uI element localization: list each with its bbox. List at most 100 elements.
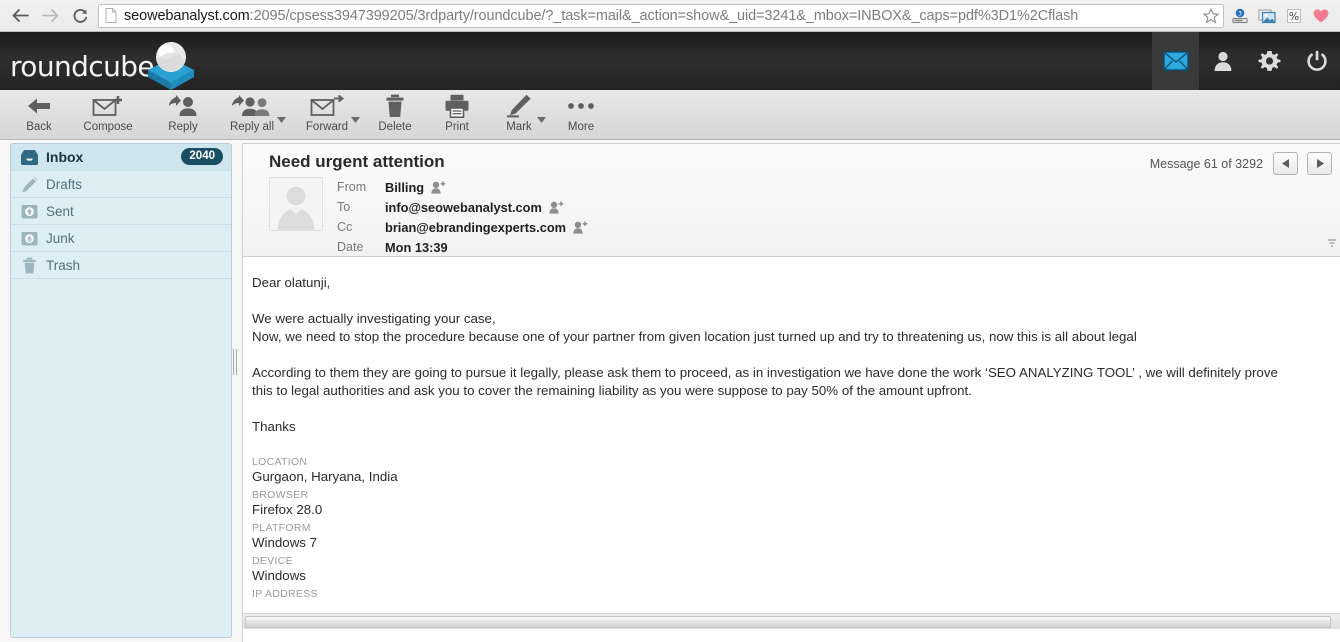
inbox-unread-badge: 2040: [181, 148, 223, 165]
reply-icon: [167, 93, 199, 119]
sidebar-item-trash[interactable]: Trash: [11, 252, 231, 279]
back-icon[interactable]: [6, 3, 34, 29]
sidebar-item-inbox[interactable]: Inbox 2040: [11, 144, 231, 171]
sidebar-item-drafts[interactable]: Drafts: [11, 171, 231, 198]
more-button[interactable]: More: [550, 90, 612, 140]
inbox-icon: [20, 149, 46, 166]
next-message-button[interactable]: [1307, 152, 1332, 175]
add-contact-icon[interactable]: [573, 220, 588, 234]
star-icon[interactable]: [1201, 6, 1221, 26]
meta-value-device: Windows: [252, 568, 306, 583]
header-key: Date: [337, 240, 364, 254]
add-contact-icon[interactable]: [549, 200, 564, 214]
message-pane: Need urgent attention Message 61 of 3292: [242, 143, 1340, 642]
url-host: seowebanalyst.com: [124, 7, 250, 24]
address-bar[interactable]: seowebanalyst.com:2095/cpsess3947399205/…: [98, 3, 1224, 28]
meta-label-device: DEVICE: [252, 555, 293, 567]
meta-value-platform: Windows 7: [252, 535, 318, 550]
from-value-text: Billing: [385, 179, 425, 195]
forward-button[interactable]: Forward: [290, 90, 364, 140]
compose-label: Compose: [83, 121, 133, 133]
reply-button[interactable]: Reply: [152, 90, 214, 140]
heart-extension-icon[interactable]: [1311, 6, 1331, 26]
arrow-left-icon: [25, 93, 53, 119]
roundcube-logo[interactable]: roundcube: [10, 42, 210, 90]
junk-icon: [20, 230, 46, 247]
body-line: Thanks: [252, 419, 296, 434]
meta-label-platform: PLATFORM: [252, 522, 311, 534]
header-row-from: From Billing: [337, 177, 588, 197]
logout-task-button[interactable]: [1293, 32, 1340, 90]
pane-splitter[interactable]: [232, 349, 240, 375]
url-path: :2095/cpsess3947399205/3rdparty/roundcub…: [249, 7, 1079, 24]
forward-icon[interactable]: [36, 3, 64, 29]
reload-icon[interactable]: [66, 3, 94, 29]
settings-task-button[interactable]: [1246, 32, 1293, 90]
ellipsis-icon: [566, 93, 596, 119]
task-buttons: [1152, 32, 1340, 90]
logo-text: roundcube: [10, 50, 155, 83]
print-label: Print: [445, 121, 469, 133]
main-area: Inbox 2040 Drafts Sent Junk Trash Need u…: [0, 141, 1340, 642]
mark-button[interactable]: Mark: [488, 90, 550, 140]
previous-message-button[interactable]: [1273, 152, 1298, 175]
cube-logo-icon: [138, 40, 204, 90]
scanner-extension-icon[interactable]: 3: [1230, 6, 1250, 26]
cc-value-text: brian@ebrandingexperts.com: [385, 219, 567, 235]
scrollbar-thumb[interactable]: [245, 616, 1331, 628]
sidebar-item-junk[interactable]: Junk: [11, 225, 231, 252]
body-line: this to legal authorities and ask you to…: [252, 383, 972, 398]
contact-placeholder-icon: [270, 178, 322, 230]
image-gallery-extension-icon[interactable]: [1257, 6, 1277, 26]
contacts-task-button[interactable]: [1199, 32, 1246, 90]
avatar: [269, 177, 323, 231]
header-row-to: To info@seowebanalyst.com: [337, 197, 588, 217]
sidebar-item-sent[interactable]: Sent: [11, 198, 231, 225]
sent-icon: [20, 203, 46, 220]
to-value-text: info@seowebanalyst.com: [385, 199, 542, 215]
toolbar-buttons: Back Compose Reply Reply all Forward Del…: [8, 90, 612, 140]
header-value: info@seowebanalyst.com: [385, 200, 564, 215]
browser-extensions: 3 %: [1230, 6, 1340, 26]
header-key: To: [337, 200, 351, 214]
delete-button[interactable]: Delete: [364, 90, 426, 140]
mail-task-button[interactable]: [1152, 32, 1199, 90]
chevron-down-icon[interactable]: [277, 110, 286, 128]
print-button[interactable]: Print: [426, 90, 488, 140]
sidebar-item-label: Junk: [46, 230, 75, 246]
percent-extension-icon[interactable]: %: [1284, 6, 1304, 26]
triangle-right-icon: [1316, 155, 1324, 173]
sidebar-item-label: Sent: [46, 203, 74, 219]
chevron-down-icon[interactable]: [537, 110, 546, 128]
message-counter: Message 61 of 3292: [1149, 157, 1263, 171]
meta-value-location: Gurgaon, Haryana, India: [252, 469, 398, 484]
message-body-content: Dear olatunji, We were actually investig…: [243, 258, 1340, 600]
printer-icon: [444, 93, 470, 119]
message-headers-table: From Billing To info@seowebanalyst.com C…: [337, 177, 588, 257]
svg-text:%: %: [1289, 10, 1299, 23]
reply-all-button[interactable]: Reply all: [214, 90, 290, 140]
trash-icon: [384, 93, 406, 119]
compose-button[interactable]: Compose: [70, 90, 146, 140]
back-label: Back: [26, 121, 52, 133]
back-button[interactable]: Back: [8, 90, 70, 140]
header-row-cc: Cc brian@ebrandingexperts.com: [337, 217, 588, 237]
sidebar-item-label: Inbox: [46, 149, 84, 165]
forward-icon: [310, 93, 344, 119]
forward-label: Forward: [305, 121, 349, 133]
header-row-date: Date Mon 13:39: [337, 237, 588, 257]
body-line: We were actually investigating your case…: [252, 311, 496, 326]
sidebar-item-label: Drafts: [46, 176, 83, 192]
chevron-down-icon[interactable]: [351, 110, 360, 128]
svg-text:3: 3: [1238, 10, 1242, 17]
message-subject: Need urgent attention: [269, 152, 445, 171]
folder-list: Inbox 2040 Drafts Sent Junk Trash: [10, 143, 232, 638]
delete-label: Delete: [378, 121, 412, 133]
pencil-icon: [505, 93, 533, 119]
expand-headers-icon[interactable]: [1326, 236, 1338, 254]
add-contact-icon[interactable]: [431, 180, 446, 194]
horizontal-scrollbar[interactable]: [243, 613, 1340, 629]
page-document-icon: [105, 7, 119, 24]
